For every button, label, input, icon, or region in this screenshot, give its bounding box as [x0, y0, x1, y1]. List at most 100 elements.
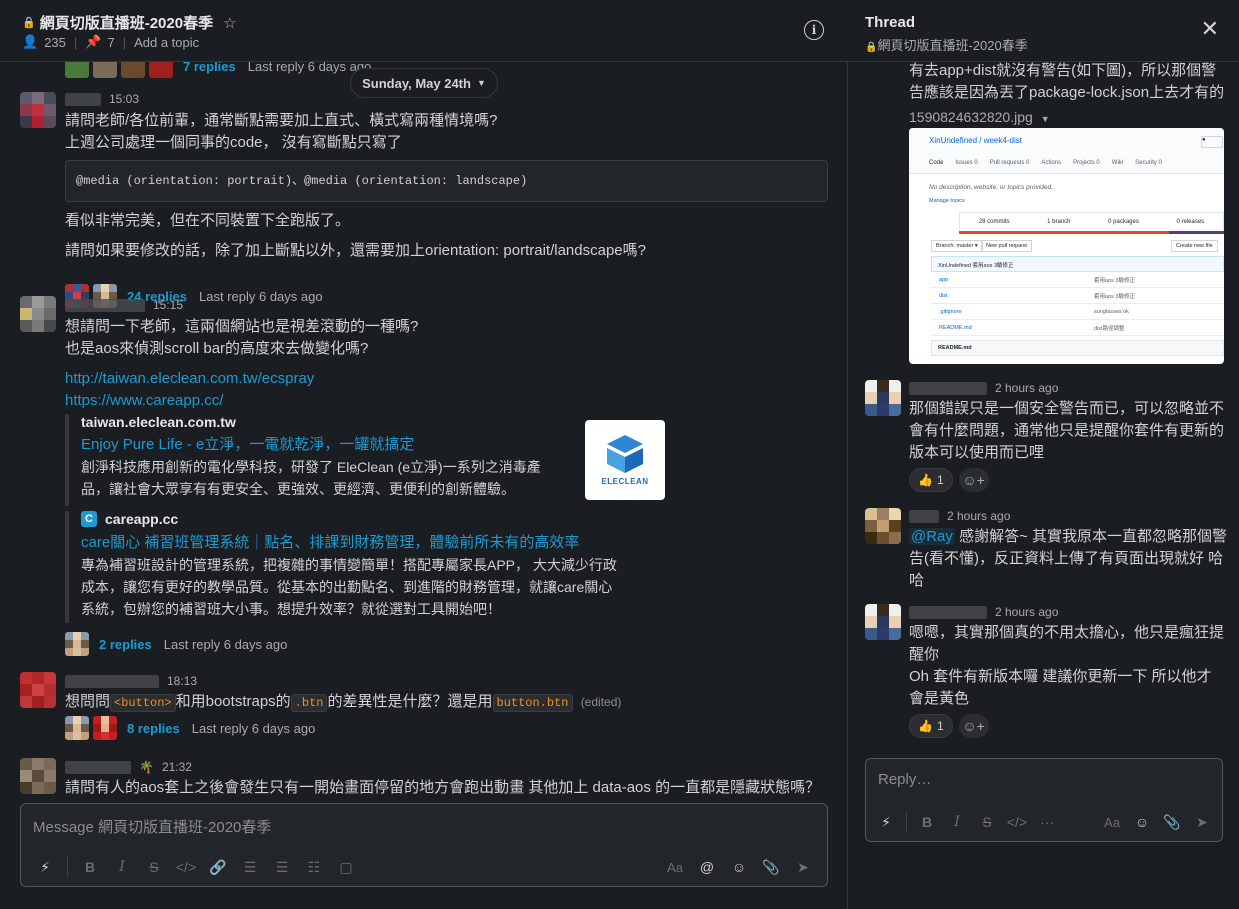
chevron-down-icon: ▼ — [476, 78, 486, 88]
preview-thumbnail[interactable]: ELECLEAN — [585, 420, 665, 500]
timestamp[interactable]: 18:13 — [167, 674, 197, 688]
username[interactable] — [909, 605, 987, 619]
bold-icon[interactable]: B — [913, 808, 941, 836]
timestamp[interactable]: 21:32 — [162, 760, 192, 774]
channel-header: 🔒 網頁切版直播班-2020春季 ☆ 👤 235 | 📌 7 | Add a t… — [0, 0, 848, 62]
add-reaction-icon[interactable]: ☺+ — [958, 468, 989, 492]
ordered-list-icon[interactable]: ☰ — [236, 853, 264, 881]
reply-composer[interactable]: Reply… ⚡ B I S </> ··· Aa ☺ 📎 ➤ — [865, 758, 1223, 842]
gh-file-name: README.md — [939, 324, 972, 331]
shortcuts-icon[interactable]: ⚡ — [31, 853, 59, 881]
message-link[interactable]: http://taiwan.eleclean.com.tw/ecspray — [65, 370, 314, 387]
preview-site[interactable]: careapp.cc — [105, 511, 178, 527]
add-reaction-icon[interactable]: ☺+ — [958, 714, 989, 738]
bold-icon[interactable]: B — [76, 853, 104, 881]
avatar[interactable] — [20, 672, 56, 708]
avatar[interactable] — [865, 508, 901, 544]
blockquote-icon[interactable]: ☷ — [300, 853, 328, 881]
close-icon[interactable]: ✕ — [1201, 16, 1219, 42]
lock-icon: 🔒 — [865, 42, 878, 53]
username[interactable] — [65, 674, 159, 688]
members-icon[interactable]: 👤 — [22, 34, 38, 50]
username[interactable] — [65, 92, 101, 106]
reactions: 👍 1 ☺+ — [909, 714, 989, 738]
preview-title[interactable]: care關心 補習班管理系統｜點名、排課到財務管理，體驗前所未有的高效率 — [81, 531, 685, 552]
user-mention[interactable]: @Ray — [909, 528, 955, 545]
strikethrough-icon[interactable]: S — [140, 853, 168, 881]
italic-icon[interactable]: I — [108, 853, 136, 881]
date-divider[interactable]: Sunday, May 24th ▼ — [350, 68, 498, 98]
add-topic-link[interactable]: Add a topic — [134, 35, 199, 50]
status-emoji[interactable]: 🌴 — [139, 760, 154, 774]
formatting-icon[interactable]: Aa — [1098, 808, 1126, 836]
send-icon[interactable]: ➤ — [1188, 808, 1216, 836]
gh-branch: Branch: master ▾ — [931, 240, 983, 252]
shortcuts-icon[interactable]: ⚡ — [872, 808, 900, 836]
timestamp[interactable]: 2 hours ago — [995, 605, 1058, 619]
send-icon[interactable]: ➤ — [789, 853, 817, 881]
toolbar-divider — [906, 812, 907, 832]
reply-count[interactable]: 7 replies — [183, 62, 236, 74]
reaction-thumbs-up[interactable]: 👍 1 — [909, 714, 953, 738]
emoji-icon[interactable]: ☺ — [1128, 808, 1156, 836]
username[interactable] — [909, 509, 939, 523]
timestamp[interactable]: 2 hours ago — [947, 509, 1010, 523]
attachment-icon[interactable]: 📎 — [1158, 808, 1186, 836]
file-name[interactable]: 1590824632820.jpg ▼ — [909, 106, 1229, 130]
username[interactable] — [65, 760, 131, 774]
timestamp[interactable]: 15:15 — [153, 298, 183, 312]
mention-icon[interactable]: @ — [693, 853, 721, 881]
member-count[interactable]: 235 — [44, 35, 66, 50]
reaction-count: 1 — [936, 719, 944, 733]
more-icon[interactable]: ··· — [1033, 808, 1061, 836]
avatar[interactable] — [865, 380, 901, 416]
image-attachment[interactable]: XinUndefined / week4-dist ● Code Issues … — [909, 128, 1224, 364]
preview-site[interactable]: taiwan.eleclean.com.tw — [81, 414, 645, 430]
reply-count[interactable]: 8 replies — [127, 721, 180, 736]
thread-replies-row[interactable]: 2 replies Last reply 6 days ago — [65, 632, 287, 656]
star-icon[interactable]: ☆ — [223, 14, 236, 32]
reply-avatar — [149, 62, 173, 78]
timestamp[interactable]: 15:03 — [109, 92, 139, 106]
reply-input[interactable]: Reply… — [878, 771, 931, 788]
emoji-icon[interactable]: ☺ — [725, 853, 753, 881]
message-text: 那個錯誤只是一個安全警告而已，可以忽略並不 — [909, 400, 1225, 417]
message-body: 那個錯誤只是一個安全警告而已，可以忽略並不 會有什麼問題，通常他只是提醒你套件有… — [909, 398, 1227, 464]
avatar[interactable] — [20, 758, 56, 794]
lock-icon: 🔒 — [22, 17, 36, 29]
preview-title[interactable]: Enjoy Pure Life - e立淨，一電就乾淨，一罐就搞定 — [81, 433, 645, 454]
channel-name: 網頁切版直播班-2020春季 — [39, 15, 214, 32]
thread-channel[interactable]: 🔒網頁切版直播班-2020春季 — [865, 35, 1028, 54]
pin-icon[interactable]: 📌 — [85, 34, 101, 50]
message-link[interactable]: https://www.careapp.cc/ — [65, 392, 223, 409]
thread-replies-row[interactable]: 8 replies Last reply 6 days ago — [65, 716, 315, 740]
avatar[interactable] — [20, 296, 56, 332]
thread-replies-row[interactable]: 7 replies Last reply 6 days ago — [65, 62, 371, 78]
message-composer[interactable]: Message 網頁切版直播班-2020春季 ⚡ B I S </> 🔗 ☰ ☰… — [20, 803, 828, 887]
avatar[interactable] — [20, 92, 56, 128]
gh-file-msg: 套用aos 3驗修正 — [1094, 293, 1135, 300]
avatar[interactable] — [865, 604, 901, 640]
username[interactable] — [65, 298, 145, 312]
attachment-icon[interactable]: 📎 — [757, 853, 785, 881]
gh-file-name: dist — [939, 292, 948, 299]
message-text: 感謝解答~ 其實我原本一直都忽略那個警 — [954, 528, 1228, 545]
message-text: 哈 — [909, 572, 925, 589]
link-icon[interactable]: 🔗 — [204, 853, 232, 881]
code-icon[interactable]: </> — [172, 853, 200, 881]
timestamp[interactable]: 2 hours ago — [995, 381, 1058, 395]
info-icon[interactable]: i — [804, 20, 824, 40]
message-input[interactable]: Message 網頁切版直播班-2020春季 — [33, 816, 271, 837]
code-block-icon[interactable]: ▢ — [332, 853, 360, 881]
italic-icon[interactable]: I — [943, 808, 971, 836]
bullet-list-icon[interactable]: ☰ — [268, 853, 296, 881]
code-icon[interactable]: </> — [1003, 808, 1031, 836]
pin-count[interactable]: 7 — [107, 35, 114, 50]
formatting-icon[interactable]: Aa — [661, 853, 689, 881]
reply-count[interactable]: 2 replies — [99, 637, 152, 652]
reaction-thumbs-up[interactable]: 👍 1 — [909, 468, 953, 492]
username[interactable] — [909, 381, 987, 395]
strikethrough-icon[interactable]: S — [973, 808, 1001, 836]
channel-title[interactable]: 🔒 網頁切版直播班-2020春季 ☆ — [22, 12, 237, 33]
chevron-down-icon[interactable]: ▼ — [1041, 114, 1050, 124]
